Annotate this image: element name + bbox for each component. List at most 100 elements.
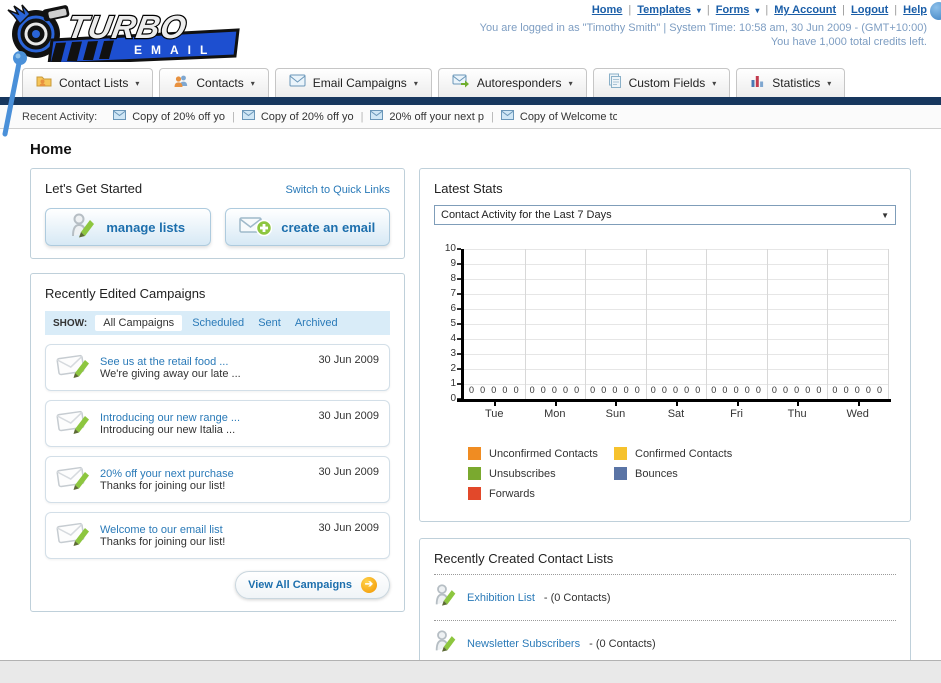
- bar-value-label: 0: [771, 385, 777, 395]
- h-gridline: [464, 264, 888, 265]
- view-all-campaigns-label: View All Campaigns: [248, 579, 352, 591]
- header-link-home[interactable]: Home: [592, 4, 623, 16]
- y-axis-tick-label: 4: [450, 333, 456, 344]
- legend-item-forwards: Forwards: [468, 487, 614, 500]
- bar-value-label: 0: [695, 385, 701, 395]
- header-link-forms[interactable]: Forms: [716, 4, 750, 16]
- tab-autoresponders[interactable]: Autoresponders ▾: [437, 68, 587, 97]
- campaign-title-link[interactable]: Welcome to our email list: [100, 524, 318, 536]
- recent-activity-item-label: 20% off your next p: [389, 110, 485, 123]
- y-axis-tick-label: 2: [450, 363, 456, 374]
- contacts-people-icon: [173, 73, 189, 94]
- x-axis-category-label: Sat: [667, 408, 685, 420]
- h-gridline: [464, 339, 888, 340]
- show-label: SHOW:: [53, 317, 88, 329]
- tab-custom-fields[interactable]: Custom Fields ▾: [592, 68, 731, 97]
- campaign-title-link[interactable]: See us at the retail food ...: [100, 356, 318, 368]
- chevron-down-icon: ▾: [135, 78, 140, 88]
- y-axis-tick-label: 9: [450, 258, 456, 269]
- y-axis-tick-label: 0: [450, 393, 456, 404]
- recent-activity-label: Recent Activity:: [22, 110, 98, 123]
- bar-value-label: 0: [843, 385, 849, 395]
- tab-email-campaigns[interactable]: Email Campaigns ▾: [274, 68, 432, 97]
- view-all-campaigns-button[interactable]: View All Campaigns ➔: [235, 571, 390, 599]
- manage-lists-label: manage lists: [106, 219, 186, 235]
- chevron-down-icon: ▾: [827, 78, 832, 88]
- legend-swatch-unsubscribes: [468, 467, 481, 480]
- h-gridline: [464, 324, 888, 325]
- autoresponder-envelope-icon: [452, 74, 470, 93]
- campaign-row[interactable]: Welcome to our email list Thanks for join…: [45, 512, 390, 559]
- x-axis-tick: [554, 402, 557, 406]
- legend-item-unsubscribes: Unsubscribes: [468, 467, 614, 480]
- filter-sent[interactable]: Sent: [258, 317, 281, 329]
- legend-label: Unsubscribes: [489, 467, 556, 480]
- campaign-row[interactable]: Introducing our new range ... Introducing…: [45, 400, 390, 447]
- recent-activity-item[interactable]: Copy of 20% off yo: [241, 110, 354, 123]
- x-axis-tick: [615, 402, 618, 406]
- legend-item-bounces: Bounces: [614, 467, 760, 480]
- chevron-down-icon: ▾: [413, 78, 418, 88]
- svg-text:EMAIL: EMAIL: [134, 43, 216, 57]
- y-axis-tick-label: 8: [450, 273, 456, 284]
- tab-statistics[interactable]: Statistics ▾: [736, 68, 846, 97]
- campaign-row[interactable]: 20% off your next purchase Thanks for joi…: [45, 456, 390, 503]
- x-axis-category-label: Wed: [846, 408, 869, 420]
- turbo-email-logo: TURBO EMAIL: [7, 4, 240, 62]
- arrow-right-icon: ➔: [361, 577, 377, 593]
- x-axis-category-label: Thu: [787, 408, 807, 420]
- header-link-templates[interactable]: Templates: [637, 4, 691, 16]
- get-started-panel: Let's Get Started Switch to Quick Links: [30, 168, 405, 259]
- link-separator: |: [842, 4, 846, 16]
- contact-lists-folder-icon: [36, 73, 52, 94]
- v-gridline: [706, 249, 708, 399]
- link-separator: |: [706, 4, 710, 16]
- campaign-row[interactable]: See us at the retail food ... We're givin…: [45, 344, 390, 391]
- stats-period-select[interactable]: Contact Activity for the Last 7 Days ▼: [434, 205, 896, 225]
- right-column: Latest Stats Contact Activity for the La…: [419, 168, 911, 660]
- contact-list-name-link[interactable]: Exhibition List: [467, 592, 535, 604]
- bar-value-label: 0: [513, 385, 519, 395]
- bar-value-label: 0: [673, 385, 679, 395]
- select-dropdown-arrow-icon: ▼: [881, 210, 889, 220]
- filter-all-campaigns[interactable]: All Campaigns: [95, 315, 183, 331]
- filter-archived[interactable]: Archived: [295, 317, 338, 329]
- h-gridline: [464, 249, 888, 250]
- contact-list-name-link[interactable]: Newsletter Subscribers: [467, 638, 580, 650]
- campaign-subtitle: We're giving away our late ...: [100, 367, 241, 380]
- y-axis-tick-label: 5: [450, 318, 456, 329]
- switch-quick-links-link[interactable]: Switch to Quick Links: [285, 184, 390, 196]
- v-gridline: [888, 249, 889, 399]
- envelope-pencil-icon: [56, 406, 92, 441]
- person-pencil-icon: [70, 212, 97, 242]
- recent-activity-item[interactable]: Copy of Welcome to: [500, 110, 617, 123]
- recent-activity-item[interactable]: Copy of 20% off yo: [113, 110, 225, 123]
- v-gridline: [524, 249, 526, 399]
- header-link-help[interactable]: Help: [903, 4, 927, 16]
- manage-lists-button[interactable]: manage lists: [45, 208, 211, 246]
- item-separator: |: [491, 110, 494, 123]
- tab-contact-lists[interactable]: Contact Lists ▾: [22, 68, 154, 97]
- envelope-icon: [500, 110, 514, 123]
- bar-value-label: 0: [650, 385, 656, 395]
- envelope-icon: [113, 110, 127, 123]
- svg-text:TURBO: TURBO: [65, 9, 190, 45]
- v-gridline: [766, 249, 768, 399]
- bar-value-label: 0: [722, 385, 728, 395]
- campaign-text: Welcome to our email list Thanks for join…: [100, 524, 318, 548]
- h-gridline: [464, 354, 888, 355]
- recent-activity-item[interactable]: 20% off your next p: [370, 110, 484, 123]
- create-email-button[interactable]: create an email: [224, 208, 390, 246]
- campaign-title-link[interactable]: Introducing our new range ...: [100, 412, 318, 424]
- bar-value-label: 0: [601, 385, 607, 395]
- recent-activity-bar: Recent Activity: Copy of 20% off yo | Copy…: [0, 105, 941, 129]
- campaign-title-link[interactable]: 20% off your next purchase: [100, 468, 318, 480]
- header-link-logout[interactable]: Logout: [851, 4, 888, 16]
- legend-label: Bounces: [635, 467, 678, 480]
- y-axis-tick-label: 3: [450, 348, 456, 359]
- envelope-icon: [241, 110, 255, 123]
- filter-scheduled[interactable]: Scheduled: [192, 317, 244, 329]
- tab-label: Contacts: [196, 76, 244, 90]
- header-link-my-account[interactable]: My Account: [774, 4, 836, 16]
- tab-contacts[interactable]: Contacts ▾: [159, 68, 269, 97]
